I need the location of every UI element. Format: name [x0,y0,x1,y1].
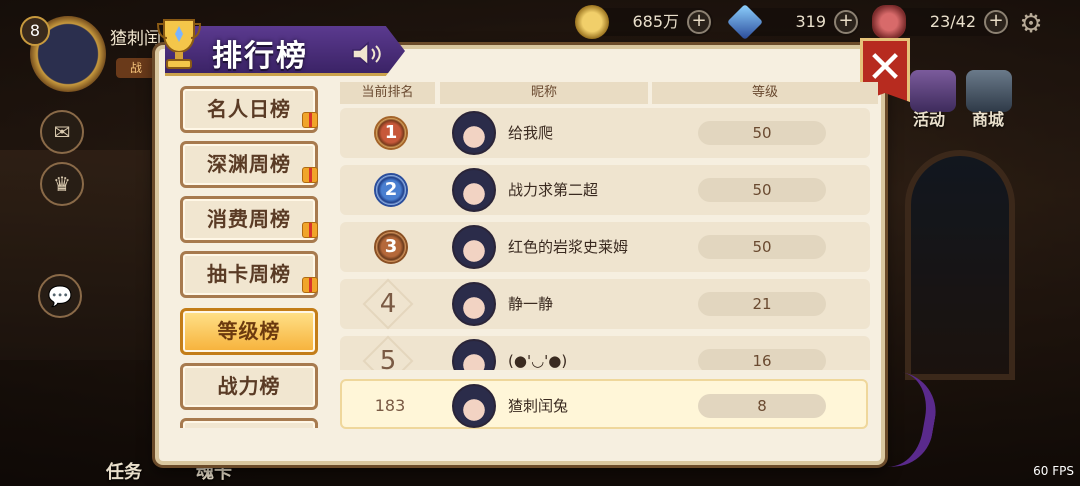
player-level-badge: 8 [20,16,50,46]
player-nickname: 红色的岩浆史莱姆 [508,238,629,256]
rank-number: 4 [379,289,397,319]
tab-list[interactable]: 名人日榜 深渊周榜 消费周榜 抽卡周榜 等级榜 战力榜 [176,82,322,428]
ranking-list[interactable]: 1 给我爬 50 2 战力求第二超 50 3 红色的岩浆史莱姆 50 4 静一静… [340,108,870,370]
my-ranking-row: 183 猹刺闰兔 8 [340,379,868,429]
stamina-counter: 23/42 + [872,5,1010,39]
tab-label: 战力榜 [217,374,281,398]
activity-label: 活动 [913,110,946,129]
my-rank-number: 183 [374,396,406,415]
ranking-row[interactable]: 3 红色的岩浆史莱姆 50 [340,222,870,272]
gold-medal-icon: 1 [374,116,408,150]
bronze-medal-icon: 3 [374,230,408,264]
avatar [452,168,496,212]
tab-label: 抽卡周榜 [207,262,291,286]
avatar [452,225,496,269]
player-level: 50 [698,121,826,145]
player-level: 50 [698,235,826,259]
column-header-name: 昵称 [440,82,648,104]
my-avatar [452,384,496,428]
player-level: 16 [698,349,826,370]
player-power-tag: 战 [116,58,156,78]
gift-icon [302,167,318,183]
chat-icon[interactable]: 💬 [38,274,82,318]
mail-icon[interactable]: ✉ [40,110,84,154]
coin-counter: 685万 + [575,5,713,39]
coin-icon [575,5,609,39]
tab-label: 等级榜 [217,319,281,343]
player-nickname: 静一静 [508,295,554,313]
player-level: 50 [698,178,826,202]
rank-number: 5 [379,346,397,370]
gem-value: 319 [795,12,826,31]
ranking-row[interactable]: 5 (●'◡'●) 16 [340,335,870,370]
fps-counter: 60 FPS [1033,464,1074,478]
speaker-icon[interactable] [350,40,384,68]
gift-icon [302,222,318,238]
task-label[interactable]: 任务 [106,458,142,484]
tab-gacha-weekly[interactable]: 抽卡周榜 [180,251,318,298]
tab-more[interactable] [180,418,318,428]
ranking-row[interactable]: 4 静一静 21 [340,278,870,330]
coin-value: 685万 [632,12,679,31]
add-stamina-button[interactable]: + [984,10,1008,34]
player-nickname: (●'◡'●) [508,352,568,370]
column-header-rank: 当前排名 [340,82,435,104]
tab-celebrity-daily[interactable]: 名人日榜 [180,86,318,133]
player-name: 猹刺闰 [110,29,161,49]
trophy-icon [156,19,202,69]
trophy-side-icon[interactable]: ♛ [40,162,84,206]
tab-label: 消费周榜 [207,207,291,231]
silver-medal-icon: 2 [374,173,408,207]
avatar [452,339,496,370]
my-nickname: 猹刺闰兔 [508,397,569,415]
gift-icon [302,112,318,128]
meat-icon [872,5,906,39]
my-level: 8 [698,394,826,418]
stamina-value: 23/42 [929,12,976,31]
tab-abyss-weekly[interactable]: 深渊周榜 [180,141,318,188]
column-header-level: 等级 [652,82,878,104]
player-level: 21 [698,292,826,316]
avatar [452,282,496,326]
add-coins-button[interactable]: + [687,10,711,34]
player-nickname: 战力求第二超 [508,181,599,199]
tab-label: 名人日榜 [207,97,291,121]
player-nickname: 给我爬 [508,124,554,142]
gift-icon [302,277,318,293]
gem-counter: 319 + [726,3,860,41]
shop-label: 商城 [972,110,1005,129]
add-gems-button[interactable]: + [834,10,858,34]
panel-title: 排行榜 [212,39,308,74]
avatar [452,111,496,155]
tab-level-ranking[interactable]: 等级榜 [180,308,318,355]
tab-label: 深渊周榜 [207,152,291,176]
ranking-row[interactable]: 2 战力求第二超 50 [340,165,870,215]
tab-spending-weekly[interactable]: 消费周榜 [180,196,318,243]
ranking-row[interactable]: 1 给我爬 50 [340,108,870,158]
tab-power-ranking[interactable]: 战力榜 [180,363,318,410]
settings-gear-icon[interactable]: ⚙ [1017,10,1045,38]
